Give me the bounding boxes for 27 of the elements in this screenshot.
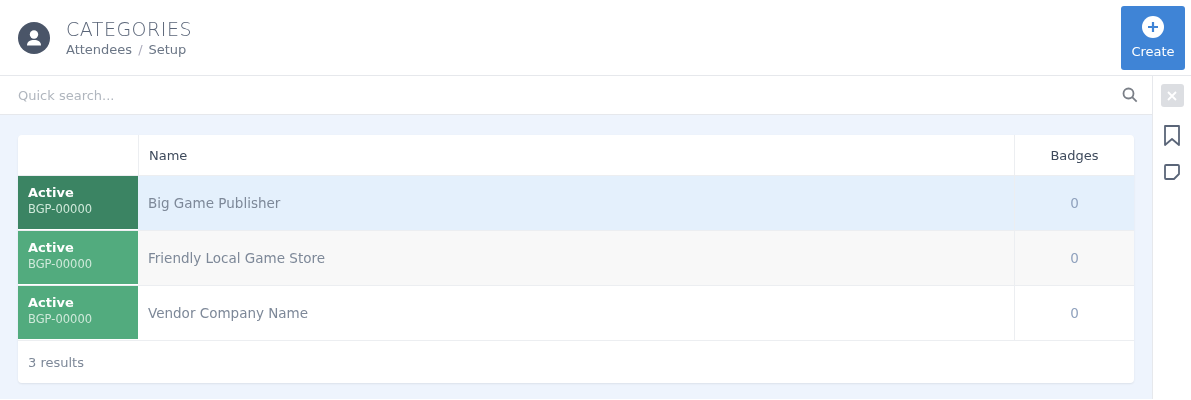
plus-icon (1142, 16, 1164, 38)
create-button[interactable]: Create (1121, 5, 1185, 70)
table-cell: 0 (1014, 231, 1134, 285)
breadcrumb-link[interactable]: Attendees (66, 42, 133, 57)
table-row[interactable]: Active BGP-00000 Friendly Local Game Store 0 (18, 230, 1134, 285)
close-icon (1167, 90, 1177, 101)
record-code: BGP-00000 (28, 202, 93, 216)
table-cell-text: Big Game Publisher (147, 194, 282, 213)
search-field[interactable]: Quick search... (18, 76, 1122, 114)
table-cell: 0 (1014, 286, 1134, 340)
table-row[interactable]: Active BGP-00000 Vendor Company Name 0 (18, 285, 1134, 340)
status-label: Active (28, 240, 75, 255)
user-avatar-icon (18, 21, 50, 54)
record-code: BGP-00000 (28, 312, 93, 326)
status-label: Active (28, 185, 75, 200)
results-count: 3 results (18, 340, 1134, 383)
record-code: BGP-00000 (28, 257, 93, 271)
bookmark-icon[interactable] (1163, 125, 1181, 147)
note-icon[interactable] (1163, 163, 1181, 181)
search-icon[interactable] (1122, 87, 1138, 103)
breadcrumb-separator: / (138, 42, 143, 57)
page-title: CATEGORIES (66, 18, 193, 40)
table-row[interactable]: Active BGP-00000 Big Game Publisher 0 (18, 175, 1134, 230)
breadcrumb-link[interactable]: Setup (148, 42, 187, 57)
status-label: Active (28, 295, 75, 310)
table-cell-text: Friendly Local Game Store (147, 249, 326, 268)
table-cell-text: Vendor Company Name (147, 304, 310, 323)
